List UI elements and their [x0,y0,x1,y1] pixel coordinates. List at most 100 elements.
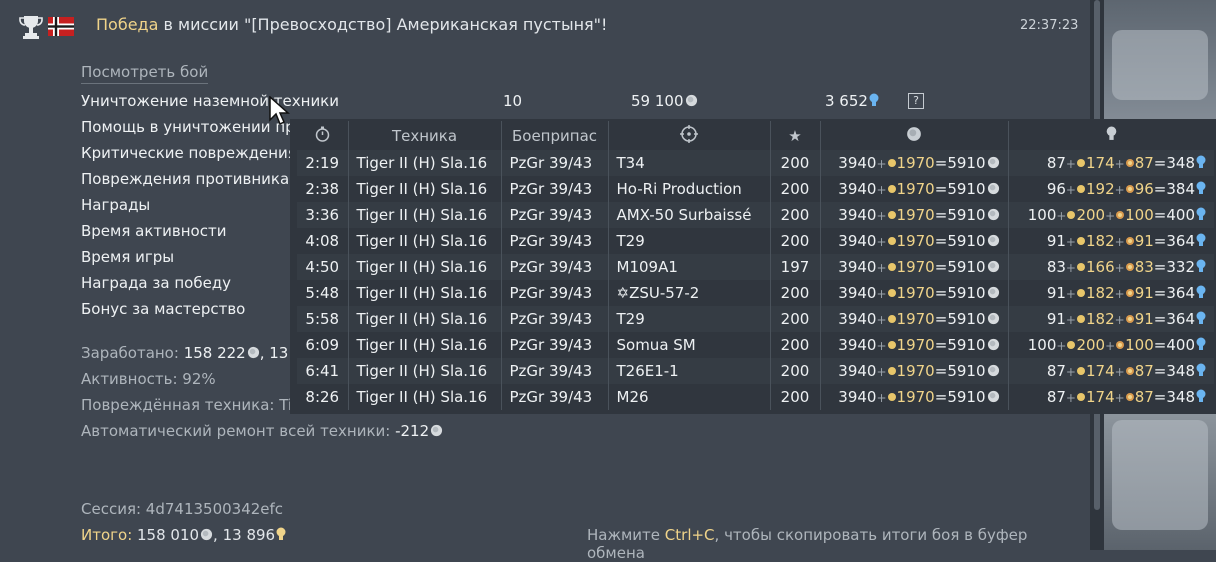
lion-icon [987,286,999,299]
lion-icon [987,390,999,403]
col-research [1007,121,1214,150]
kills-silver: 59 100 [631,92,698,110]
table-row: 6:09 Tiger II (H) Sla.16 PzGr 39/43 Somua S… [297,332,1214,358]
lion-icon [987,260,999,273]
kills-count: 10 [503,92,523,110]
kill-vehicle: Tiger II (H) Sla.16 [347,332,501,358]
row-enemy-damage: Повреждения противника [81,170,290,188]
kill-ammo: PzGr 39/43 [500,358,608,384]
kill-silver: 3940+ 1970=5910 [819,332,1008,358]
kill-target: T29 [607,228,770,254]
bulb-icon [1196,363,1206,376]
kill-time: 5:58 [297,306,348,332]
kill-ammo: PzGr 39/43 [500,384,608,410]
bonus-icon [1067,211,1076,219]
kill-silver: 3940+ 1970=5910 [819,254,1008,280]
col-ammo: Боеприпас [500,121,608,150]
bonus-icon [1076,237,1085,245]
kill-vehicle: Tiger II (H) Sla.16 [347,176,501,202]
medal-icon [1125,159,1134,167]
kill-ammo: PzGr 39/43 [500,228,608,254]
col-target [607,121,770,150]
table-row: 2:19 Tiger II (H) Sla.16 PzGr 39/43 T34 200 3… [297,150,1214,176]
lion-icon [247,346,259,359]
col-time [297,121,348,150]
earned-summary: Заработано: 158 222, 13 [81,344,289,362]
bulb-icon [1196,337,1206,350]
kill-vehicle: Tiger II (H) Sla.16 [347,306,501,332]
bonus-icon [1076,159,1085,167]
kill-time: 3:36 [297,202,348,228]
kill-research: 100+ 200+ 100=400 [1007,202,1214,228]
kill-target: M26 [607,384,770,410]
lion-icon [907,126,921,141]
medal-icon [1125,315,1134,323]
kills-research: 3 652 [825,92,879,110]
kill-score: 200 [769,202,820,228]
battle-time: 22:37:23 [1020,18,1079,33]
kill-silver: 3940+ 1970=5910 [819,384,1008,410]
medal-icon [1125,289,1134,297]
damaged-vehicles: Повреждённая техника: Ti [81,396,293,414]
kill-target: Ho-Ri Production [607,176,770,202]
bulb-icon [1196,311,1206,324]
mouse-cursor [269,96,290,126]
medal-icon [1125,185,1134,193]
medal-icon [1125,367,1134,375]
kill-research: 87+ 174+ 87=348 [1007,358,1214,384]
lion-icon [987,156,999,169]
bonus-icon [1076,185,1085,193]
kill-score: 200 [769,228,820,254]
trophy-icon [19,16,43,39]
kill-research: 91+ 182+ 91=364 [1007,280,1214,306]
bulb-icon [1196,155,1206,168]
kills-table: Техника Боеприпас ★ 2:19 Tiger II (H) Sla… [297,121,1214,410]
star-icon: ★ [788,126,802,145]
kill-vehicle: Tiger II (H) Sla.16 [347,254,501,280]
kill-vehicle: Tiger II (H) Sla.16 [347,358,501,384]
kill-target: T26E1-1 [607,358,770,384]
kill-score: 200 [769,176,820,202]
kill-research: 91+ 182+ 91=364 [1007,228,1214,254]
kill-score: 200 [769,384,820,410]
kill-score: 200 [769,332,820,358]
kill-time: 2:19 [297,150,348,176]
bonus-icon [1076,315,1085,323]
kill-research: 96+ 192+ 96=384 [1007,176,1214,202]
bulb-icon [1106,126,1117,140]
bonus-icon [887,393,896,401]
row-awards: Награды [81,196,151,214]
kill-time: 4:08 [297,228,348,254]
lion-icon [987,182,999,195]
help-icon[interactable]: ? [908,93,924,109]
view-battle-link[interactable]: Посмотреть бой [81,63,209,84]
auto-repair: Автоматический ремонт всей техники: -212 [81,422,443,440]
germany-flag-icon [48,17,74,36]
kill-score: 200 [769,280,820,306]
kill-time: 5:48 [297,280,348,306]
kill-silver: 3940+ 1970=5910 [819,306,1008,332]
kill-research: 87+ 174+ 87=348 [1007,150,1214,176]
kill-time: 4:50 [297,254,348,280]
victory-label: Победа [96,15,159,34]
kill-score: 197 [769,254,820,280]
bonus-icon [887,315,896,323]
kill-time: 6:41 [297,358,348,384]
lion-icon [431,424,443,437]
kill-score: 200 [769,150,820,176]
activity-summary: Активность: 92% [81,370,216,388]
bonus-icon [1076,289,1085,297]
bonus-icon [887,159,896,167]
kill-score: 200 [769,306,820,332]
table-row: 4:08 Tiger II (H) Sla.16 PzGr 39/43 T29 200 3… [297,228,1214,254]
kill-target: T29 [607,306,770,332]
table-row: 8:26 Tiger II (H) Sla.16 PzGr 39/43 M26 200 3… [297,384,1214,410]
kill-silver: 3940+ 1970=5910 [819,358,1008,384]
lion-icon [987,234,999,247]
col-silver [819,121,1008,150]
lion-icon [987,312,999,325]
row-victory-reward: Награда за победу [81,274,232,292]
kill-vehicle: Tiger II (H) Sla.16 [347,228,501,254]
background-shape [1112,420,1208,530]
kill-ammo: PzGr 39/43 [500,280,608,306]
